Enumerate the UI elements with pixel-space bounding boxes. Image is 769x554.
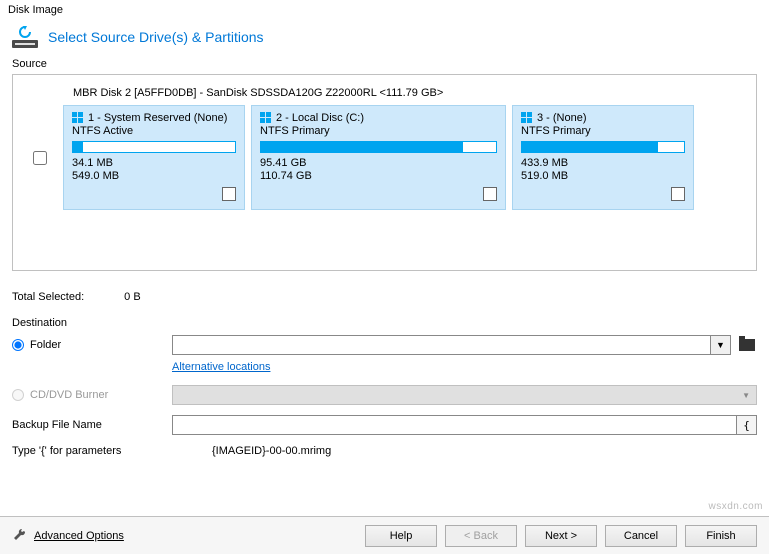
folder-dropdown-button[interactable]: ▼ <box>711 335 731 355</box>
partition-card[interactable]: 2 - Local Disc (C:) NTFS Primary 95.41 G… <box>251 105 506 210</box>
folder-icon <box>739 339 755 351</box>
cd-dvd-radio[interactable] <box>12 389 24 401</box>
advanced-options-link[interactable]: Advanced Options <box>12 528 124 544</box>
partition-used: 34.1 MB <box>72 157 236 170</box>
cancel-button[interactable]: Cancel <box>605 525 677 547</box>
windows-icon <box>260 112 272 124</box>
partition-card[interactable]: 1 - System Reserved (None) NTFS Active 3… <box>63 105 245 210</box>
partition-used: 433.9 MB <box>521 157 685 170</box>
windows-icon <box>521 112 533 124</box>
watermark: wsxdn.com <box>708 501 763 512</box>
partition-total: 110.74 GB <box>260 170 497 183</box>
partition-fs: NTFS Primary <box>521 125 685 137</box>
backup-file-name-input[interactable] <box>172 415 737 435</box>
partition-title: 1 - System Reserved (None) <box>88 112 227 124</box>
folder-radio[interactable] <box>12 339 24 351</box>
alternative-locations-link[interactable]: Alternative locations <box>172 361 757 373</box>
chevron-down-icon: ▼ <box>742 391 750 400</box>
backup-file-name-label: Backup File Name <box>12 419 172 431</box>
filename-example: {IMAGEID}-00-00.mrimg <box>212 445 331 457</box>
drive-icon <box>12 26 38 48</box>
partition-fs: NTFS Primary <box>260 125 497 137</box>
source-box: MBR Disk 2 [A5FFD0DB] - SanDisk SDSSDA12… <box>12 74 757 271</box>
partition-fs: NTFS Active <box>72 125 236 137</box>
next-button[interactable]: Next > <box>525 525 597 547</box>
partition-checkbox[interactable] <box>671 187 685 201</box>
parameters-hint-label: Type '{' for parameters <box>12 445 212 457</box>
folder-path-input[interactable] <box>172 335 711 355</box>
partition-total: 549.0 MB <box>72 170 236 183</box>
back-button[interactable]: < Back <box>445 525 517 547</box>
disk-select-checkbox[interactable] <box>33 151 47 165</box>
wrench-icon <box>12 528 28 544</box>
help-button[interactable]: Help <box>365 525 437 547</box>
windows-icon <box>72 112 84 124</box>
window-title: Disk Image <box>0 0 769 20</box>
source-section-label: Source <box>12 58 757 70</box>
partition-checkbox[interactable] <box>483 187 497 201</box>
page-title: Select Source Drive(s) & Partitions <box>48 29 264 45</box>
partition-used: 95.41 GB <box>260 157 497 170</box>
disk-header: MBR Disk 2 [A5FFD0DB] - SanDisk SDSSDA12… <box>73 87 736 99</box>
partition-title: 2 - Local Disc (C:) <box>276 112 364 124</box>
browse-folder-button[interactable] <box>737 335 757 355</box>
partition-title: 3 - (None) <box>537 112 587 124</box>
destination-section-label: Destination <box>12 317 757 329</box>
partition-total: 519.0 MB <box>521 170 685 183</box>
cd-dvd-burner-select: ▼ <box>172 385 757 405</box>
total-selected-value: 0 B <box>124 291 141 303</box>
total-selected-row: Total Selected:0 B <box>12 291 757 303</box>
finish-button[interactable]: Finish <box>685 525 757 547</box>
cd-dvd-radio-label: CD/DVD Burner <box>30 389 108 401</box>
partition-card[interactable]: 3 - (None) NTFS Primary 433.9 MB519.0 MB <box>512 105 694 210</box>
insert-parameter-button[interactable]: { <box>737 415 757 435</box>
folder-radio-label: Folder <box>30 339 61 351</box>
partition-checkbox[interactable] <box>222 187 236 201</box>
